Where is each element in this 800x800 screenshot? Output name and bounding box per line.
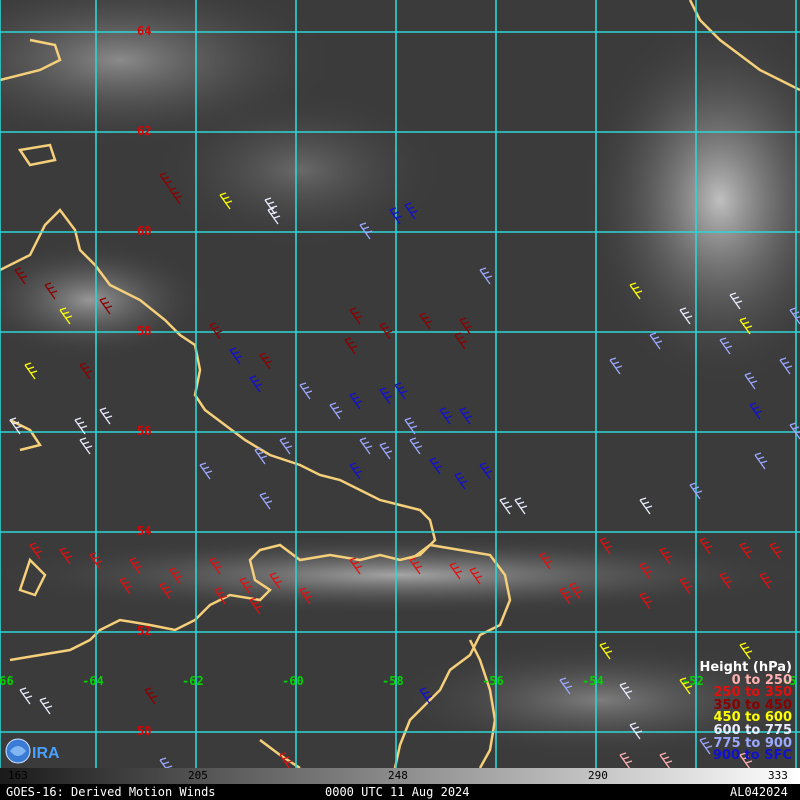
cira-logo: IRA — [5, 738, 60, 764]
scale-label-248: 248 — [388, 769, 408, 782]
wind-barb — [349, 307, 363, 325]
wind-barb — [419, 312, 433, 330]
wind-barb — [409, 437, 423, 455]
wind-barb — [249, 375, 263, 393]
lon-label-60: -60 — [282, 674, 304, 688]
legend-item-900-sfc: 900 to SFC — [712, 748, 792, 764]
wind-barb — [349, 462, 363, 480]
wind-barb — [19, 687, 33, 705]
wind-barb — [279, 437, 293, 455]
wind-barb — [199, 462, 213, 480]
lat-label-60: 60 — [137, 224, 152, 238]
footer-product: GOES-16: Derived Motion Winds — [6, 785, 216, 799]
scale-label-205: 205 — [188, 769, 208, 782]
wind-barb — [439, 407, 453, 425]
cloud-layer — [0, 0, 800, 760]
lat-label-56: 56 — [137, 424, 152, 438]
lon-label-54: -54 — [582, 674, 604, 688]
wind-barb — [499, 497, 513, 515]
wind-barb — [229, 347, 243, 365]
scale-label-333: 333 — [768, 769, 788, 782]
wind-barb — [454, 472, 468, 490]
wind-barb — [479, 462, 493, 480]
wind-barb — [479, 267, 493, 285]
lat-label-64: 64 — [137, 24, 152, 38]
wind-barb — [39, 697, 53, 715]
satellite-wind-map: 64 62 60 58 56 54 52 50 -66 -64 -62 -60 … — [0, 0, 800, 800]
wind-barb — [209, 322, 223, 340]
wind-barb — [754, 452, 768, 470]
wind-barb — [349, 392, 363, 410]
lat-label-50: 50 — [137, 724, 152, 738]
wind-barb — [749, 402, 763, 420]
map-canvas — [0, 0, 800, 768]
status-footer: GOES-16: Derived Motion Winds 0000 UTC 1… — [0, 784, 800, 800]
lon-label-58: -58 — [382, 674, 404, 688]
wind-barb — [79, 362, 93, 380]
wind-barb — [299, 382, 313, 400]
wind-barb — [259, 352, 273, 370]
lon-label-66: -66 — [0, 674, 14, 688]
wind-barb — [609, 357, 623, 375]
wind-barb — [24, 362, 38, 380]
lat-label-54: 54 — [137, 524, 152, 538]
footer-storm-id: AL042024 — [730, 785, 788, 799]
wind-barb — [429, 457, 443, 475]
wind-barb — [159, 757, 173, 768]
wind-barb — [514, 497, 528, 515]
wind-barb — [344, 337, 358, 355]
lon-label-56: -56 — [482, 674, 504, 688]
wind-barb — [379, 322, 393, 340]
footer-timestamp: 0000 UTC 11 Aug 2024 — [325, 785, 470, 799]
wind-barb — [639, 497, 653, 515]
wind-barb — [79, 437, 93, 455]
wind-barb — [379, 387, 393, 405]
wind-barb — [359, 437, 373, 455]
lon-label-62: -62 — [182, 674, 204, 688]
scale-label-163: 163 — [8, 769, 28, 782]
height-legend: Height (hPa) 0 to 250 250 to 350 350 to … — [699, 661, 792, 764]
wind-barb — [454, 332, 468, 350]
wind-barb — [379, 442, 393, 460]
brightness-scale-bar: 163 205 248 290 333 — [0, 768, 800, 784]
lat-label-58: 58 — [137, 324, 152, 338]
svg-text:IRA: IRA — [32, 745, 60, 762]
lat-label-52: 52 — [137, 624, 152, 638]
wind-barb — [144, 687, 158, 705]
lon-label-64: -64 — [82, 674, 104, 688]
wind-barb — [459, 407, 473, 425]
scale-label-290: 290 — [588, 769, 608, 782]
wind-barb — [329, 402, 343, 420]
wind-barb — [99, 407, 113, 425]
wind-barb — [259, 492, 273, 510]
lat-label-62: 62 — [137, 124, 152, 138]
wind-barb — [789, 422, 800, 440]
